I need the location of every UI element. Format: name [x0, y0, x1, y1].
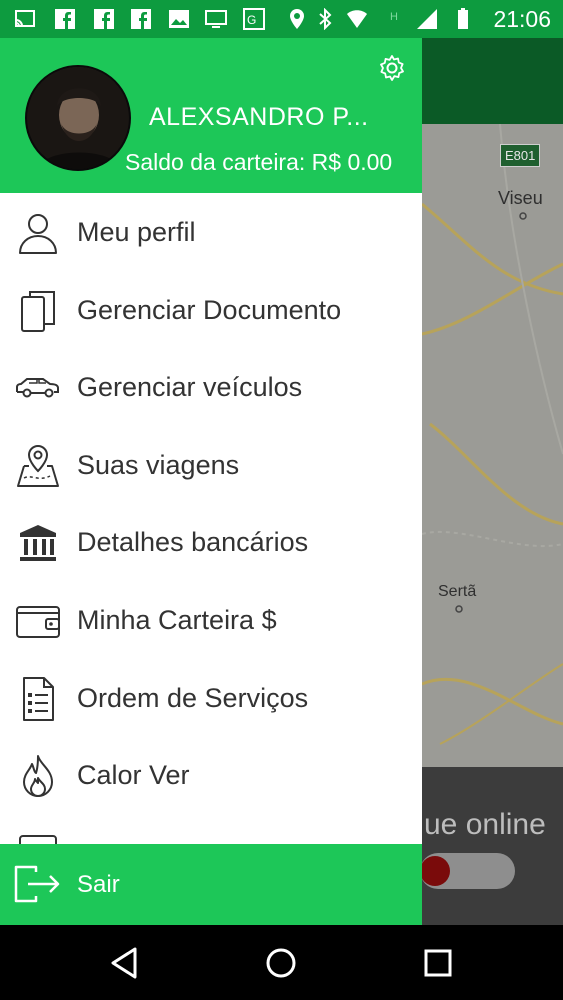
tv-icon — [205, 10, 227, 28]
menu-item-gerenciar-veiculos[interactable]: Gerenciar veículos — [0, 348, 422, 426]
map-pin-icon — [17, 444, 59, 487]
menu-item-detalhes-bancarios[interactable]: Detalhes bancários — [0, 503, 422, 581]
menu-item-suas-viagens[interactable]: Suas viagens — [0, 426, 422, 504]
location-icon — [290, 9, 304, 29]
avatar[interactable] — [25, 65, 131, 171]
home-icon[interactable] — [261, 943, 301, 983]
documents-icon — [21, 290, 55, 332]
h-network-icon: H — [390, 11, 398, 23]
battery-icon — [458, 8, 468, 29]
road-shield: E801 — [500, 144, 541, 167]
settings-gear-icon[interactable] — [378, 54, 406, 82]
menu-item-meu-perfil[interactable]: Meu perfil — [0, 193, 422, 271]
menu-item-label: Ordem de Serviços — [77, 682, 309, 713]
back-icon[interactable] — [105, 943, 145, 983]
drawer-header: ALEXSANDRO P... Saldo da carteira: R$ 0.… — [0, 38, 422, 193]
menu-item-label: Suas viagens — [77, 449, 240, 480]
logout-icon — [14, 865, 60, 903]
menu-item-label: Gerenciar Documento — [77, 294, 342, 325]
car-icon — [16, 378, 59, 398]
menu-item-minha-carteira[interactable]: Minha Carteira $ — [0, 581, 422, 659]
facebook-icon — [131, 9, 151, 29]
menu-item-label: Minha Carteira $ — [77, 604, 277, 635]
svg-text:H: H — [390, 11, 398, 23]
menu-item-calor-ver[interactable]: Calor Ver — [0, 736, 422, 814]
menu-item-ordem-de-servicos[interactable]: Ordem de Serviços — [0, 659, 422, 737]
logout-button[interactable]: Sair — [0, 844, 422, 925]
online-status-text: ue online — [424, 808, 546, 841]
profile-photo — [27, 67, 129, 169]
facebook-icon — [55, 9, 75, 29]
status-bar: G H 21:06 — [0, 0, 563, 38]
menu-item-label: Calor Ver — [77, 760, 190, 791]
menu-item-label: Gerenciar veículos — [77, 372, 303, 403]
bluetooth-icon — [319, 8, 332, 30]
toggle-knob — [420, 856, 450, 886]
wifi-icon — [347, 10, 367, 28]
facebook-icon — [94, 9, 114, 29]
drawer-menu: Meu perfil Gerenciar Documento Gerenciar… — [0, 193, 422, 891]
system-navigation-bar — [0, 925, 563, 1000]
menu-item-gerenciar-documento[interactable]: Gerenciar Documento — [0, 271, 422, 349]
city-label: Sertã — [438, 583, 477, 600]
navigation-drawer: ALEXSANDRO P... Saldo da carteira: R$ 0.… — [0, 38, 422, 925]
checklist-icon — [23, 676, 54, 721]
clock-time: 21:06 — [493, 6, 551, 32]
flame-icon — [23, 755, 53, 798]
wallet-balance: Saldo da carteira: R$ 0.00 — [125, 149, 393, 175]
wallet-icon — [16, 605, 60, 638]
image-icon — [169, 10, 189, 28]
logout-label: Sair — [77, 871, 120, 898]
online-toggle[interactable] — [420, 853, 515, 889]
signal-icon — [417, 9, 437, 29]
svg-text:G: G — [247, 13, 256, 27]
menu-item-label: Meu perfil — [77, 217, 196, 247]
user-name: ALEXSANDRO P... — [149, 103, 369, 131]
city-label: Viseu — [498, 188, 543, 208]
recent-apps-icon[interactable] — [418, 943, 458, 983]
menu-item-label: Detalhes bancários — [77, 527, 309, 558]
bank-icon — [20, 525, 56, 562]
cast-icon — [15, 10, 35, 27]
user-icon — [19, 214, 57, 254]
maps-icon: G — [243, 8, 265, 30]
